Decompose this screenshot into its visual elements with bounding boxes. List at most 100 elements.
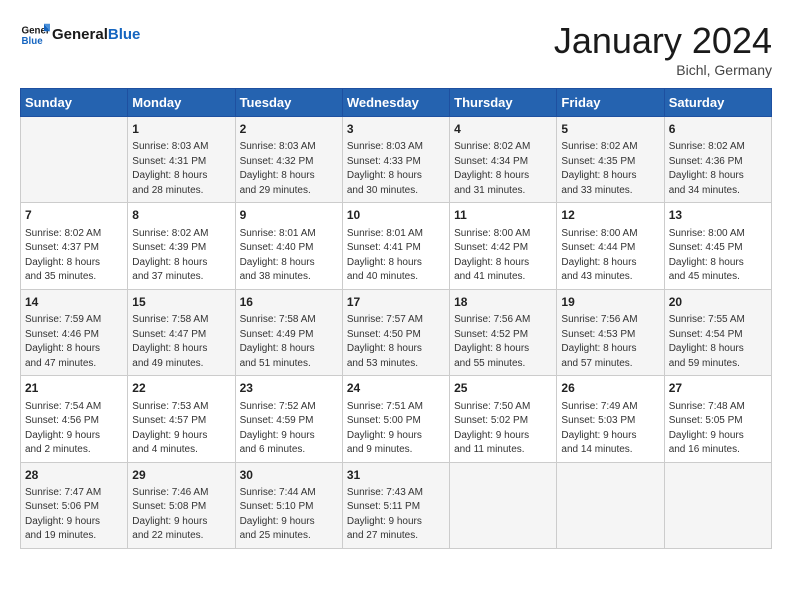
day-number: 8 <box>132 207 230 224</box>
logo-icon: General Blue <box>20 20 50 50</box>
day-number: 27 <box>669 380 767 397</box>
calendar-cell: 5 Sunrise: 8:02 AM Sunset: 4:35 PM Daylig… <box>557 117 664 203</box>
weekday-header-saturday: Saturday <box>664 89 771 117</box>
weekday-header-sunday: Sunday <box>21 89 128 117</box>
calendar-cell <box>557 462 664 548</box>
day-number: 17 <box>347 294 445 311</box>
calendar-cell: 1 Sunrise: 8:03 AM Sunset: 4:31 PM Daylig… <box>128 117 235 203</box>
calendar-cell: 30 Sunrise: 7:44 AM Sunset: 5:10 PM Dayli… <box>235 462 342 548</box>
day-number: 15 <box>132 294 230 311</box>
day-info: Sunrise: 7:54 AM Sunset: 4:56 PM Dayligh… <box>25 400 123 458</box>
calendar-cell <box>664 462 771 548</box>
calendar-cell: 28 Sunrise: 7:47 AM Sunset: 5:06 PM Dayli… <box>21 462 128 548</box>
calendar-cell: 29 Sunrise: 7:46 AM Sunset: 5:08 PM Dayli… <box>128 462 235 548</box>
day-info: Sunrise: 8:02 AM Sunset: 4:34 PM Dayligh… <box>454 140 552 198</box>
title-block: January 2024 Bichl, Germany <box>554 20 772 78</box>
calendar-cell: 14Sunrise: 7:59 AM Sunset: 4:46 PM Dayli… <box>21 289 128 375</box>
weekday-header-row: SundayMondayTuesdayWednesdayThursdayFrid… <box>21 89 772 117</box>
month-title: January 2024 <box>554 20 772 62</box>
day-number: 5 <box>561 121 659 138</box>
day-info: Sunrise: 8:01 AM Sunset: 4:40 PM Dayligh… <box>240 227 338 285</box>
calendar-cell: 2Sunrise: 8:03 AM Sunset: 4:32 PM Daylig… <box>235 117 342 203</box>
day-info: Sunrise: 7:57 AM Sunset: 4:50 PM Dayligh… <box>347 313 445 371</box>
page-header: General Blue GeneralBlue January 2024 Bi… <box>20 20 772 78</box>
day-info: Sunrise: 7:59 AM Sunset: 4:46 PM Dayligh… <box>25 313 123 371</box>
calendar-cell: 26Sunrise: 7:49 AM Sunset: 5:03 PM Dayli… <box>557 376 664 462</box>
logo: General Blue GeneralBlue <box>20 20 140 50</box>
logo-blue: Blue <box>108 26 141 43</box>
day-info: Sunrise: 7:58 AM Sunset: 4:47 PM Dayligh… <box>132 313 230 371</box>
day-number: 19 <box>561 294 659 311</box>
day-number: 4 <box>454 121 552 138</box>
day-info: Sunrise: 8:03 AM Sunset: 4:32 PM Dayligh… <box>240 140 338 198</box>
day-number: 3 <box>347 121 445 138</box>
day-info: Sunrise: 8:02 AM Sunset: 4:36 PM Dayligh… <box>669 140 767 198</box>
day-number: 28 <box>25 467 123 484</box>
day-info: Sunrise: 8:03 AM Sunset: 4:33 PM Dayligh… <box>347 140 445 198</box>
location: Bichl, Germany <box>554 62 772 78</box>
weekday-header-wednesday: Wednesday <box>342 89 449 117</box>
day-info: Sunrise: 8:00 AM Sunset: 4:44 PM Dayligh… <box>561 227 659 285</box>
day-info: Sunrise: 7:52 AM Sunset: 4:59 PM Dayligh… <box>240 400 338 458</box>
day-info: Sunrise: 7:48 AM Sunset: 5:05 PM Dayligh… <box>669 400 767 458</box>
calendar-cell: 22Sunrise: 7:53 AM Sunset: 4:57 PM Dayli… <box>128 376 235 462</box>
calendar-cell: 8 Sunrise: 8:02 AM Sunset: 4:39 PM Daylig… <box>128 203 235 289</box>
calendar-week-row: 1 Sunrise: 8:03 AM Sunset: 4:31 PM Daylig… <box>21 117 772 203</box>
calendar-cell: 27 Sunrise: 7:48 AM Sunset: 5:05 PM Dayli… <box>664 376 771 462</box>
calendar-cell: 11Sunrise: 8:00 AM Sunset: 4:42 PM Dayli… <box>450 203 557 289</box>
day-info: Sunrise: 7:56 AM Sunset: 4:53 PM Dayligh… <box>561 313 659 371</box>
weekday-header-friday: Friday <box>557 89 664 117</box>
calendar-cell: 6Sunrise: 8:02 AM Sunset: 4:36 PM Daylig… <box>664 117 771 203</box>
calendar-cell: 31Sunrise: 7:43 AM Sunset: 5:11 PM Dayli… <box>342 462 449 548</box>
day-number: 26 <box>561 380 659 397</box>
calendar-cell: 21 Sunrise: 7:54 AM Sunset: 4:56 PM Dayli… <box>21 376 128 462</box>
weekday-header-tuesday: Tuesday <box>235 89 342 117</box>
day-number: 25 <box>454 380 552 397</box>
day-number: 9 <box>240 207 338 224</box>
calendar-cell: 24Sunrise: 7:51 AM Sunset: 5:00 PM Dayli… <box>342 376 449 462</box>
day-info: Sunrise: 7:46 AM Sunset: 5:08 PM Dayligh… <box>132 486 230 544</box>
weekday-header-thursday: Thursday <box>450 89 557 117</box>
day-info: Sunrise: 8:03 AM Sunset: 4:31 PM Dayligh… <box>132 140 230 198</box>
day-number: 12 <box>561 207 659 224</box>
day-info: Sunrise: 7:43 AM Sunset: 5:11 PM Dayligh… <box>347 486 445 544</box>
day-info: Sunrise: 7:53 AM Sunset: 4:57 PM Dayligh… <box>132 400 230 458</box>
day-info: Sunrise: 8:00 AM Sunset: 4:42 PM Dayligh… <box>454 227 552 285</box>
day-info: Sunrise: 8:02 AM Sunset: 4:39 PM Dayligh… <box>132 227 230 285</box>
day-info: Sunrise: 8:02 AM Sunset: 4:37 PM Dayligh… <box>25 227 123 285</box>
calendar-week-row: 28 Sunrise: 7:47 AM Sunset: 5:06 PM Dayli… <box>21 462 772 548</box>
day-info: Sunrise: 7:58 AM Sunset: 4:49 PM Dayligh… <box>240 313 338 371</box>
calendar-cell: 19 Sunrise: 7:56 AM Sunset: 4:53 PM Dayli… <box>557 289 664 375</box>
calendar-cell: 12 Sunrise: 8:00 AM Sunset: 4:44 PM Dayli… <box>557 203 664 289</box>
day-info: Sunrise: 7:50 AM Sunset: 5:02 PM Dayligh… <box>454 400 552 458</box>
day-info: Sunrise: 7:44 AM Sunset: 5:10 PM Dayligh… <box>240 486 338 544</box>
calendar-cell: 15 Sunrise: 7:58 AM Sunset: 4:47 PM Dayli… <box>128 289 235 375</box>
calendar-cell: 7Sunrise: 8:02 AM Sunset: 4:37 PM Daylig… <box>21 203 128 289</box>
day-number: 10 <box>347 207 445 224</box>
day-number: 21 <box>25 380 123 397</box>
day-number: 30 <box>240 467 338 484</box>
calendar-week-row: 14Sunrise: 7:59 AM Sunset: 4:46 PM Dayli… <box>21 289 772 375</box>
calendar-cell: 25 Sunrise: 7:50 AM Sunset: 5:02 PM Dayli… <box>450 376 557 462</box>
day-info: Sunrise: 7:51 AM Sunset: 5:00 PM Dayligh… <box>347 400 445 458</box>
calendar-cell <box>450 462 557 548</box>
day-info: Sunrise: 7:56 AM Sunset: 4:52 PM Dayligh… <box>454 313 552 371</box>
day-info: Sunrise: 8:01 AM Sunset: 4:41 PM Dayligh… <box>347 227 445 285</box>
calendar-cell <box>21 117 128 203</box>
day-number: 29 <box>132 467 230 484</box>
day-info: Sunrise: 8:02 AM Sunset: 4:35 PM Dayligh… <box>561 140 659 198</box>
svg-text:Blue: Blue <box>22 36 44 47</box>
day-number: 16 <box>240 294 338 311</box>
calendar-cell: 10 Sunrise: 8:01 AM Sunset: 4:41 PM Dayli… <box>342 203 449 289</box>
day-number: 1 <box>132 121 230 138</box>
calendar-cell: 13Sunrise: 8:00 AM Sunset: 4:45 PM Dayli… <box>664 203 771 289</box>
weekday-header-monday: Monday <box>128 89 235 117</box>
calendar-week-row: 7Sunrise: 8:02 AM Sunset: 4:37 PM Daylig… <box>21 203 772 289</box>
day-number: 20 <box>669 294 767 311</box>
calendar-cell: 3 Sunrise: 8:03 AM Sunset: 4:33 PM Daylig… <box>342 117 449 203</box>
calendar-cell: 16 Sunrise: 7:58 AM Sunset: 4:49 PM Dayli… <box>235 289 342 375</box>
day-info: Sunrise: 7:47 AM Sunset: 5:06 PM Dayligh… <box>25 486 123 544</box>
calendar-table: SundayMondayTuesdayWednesdayThursdayFrid… <box>20 88 772 549</box>
day-number: 23 <box>240 380 338 397</box>
calendar-week-row: 21 Sunrise: 7:54 AM Sunset: 4:56 PM Dayli… <box>21 376 772 462</box>
